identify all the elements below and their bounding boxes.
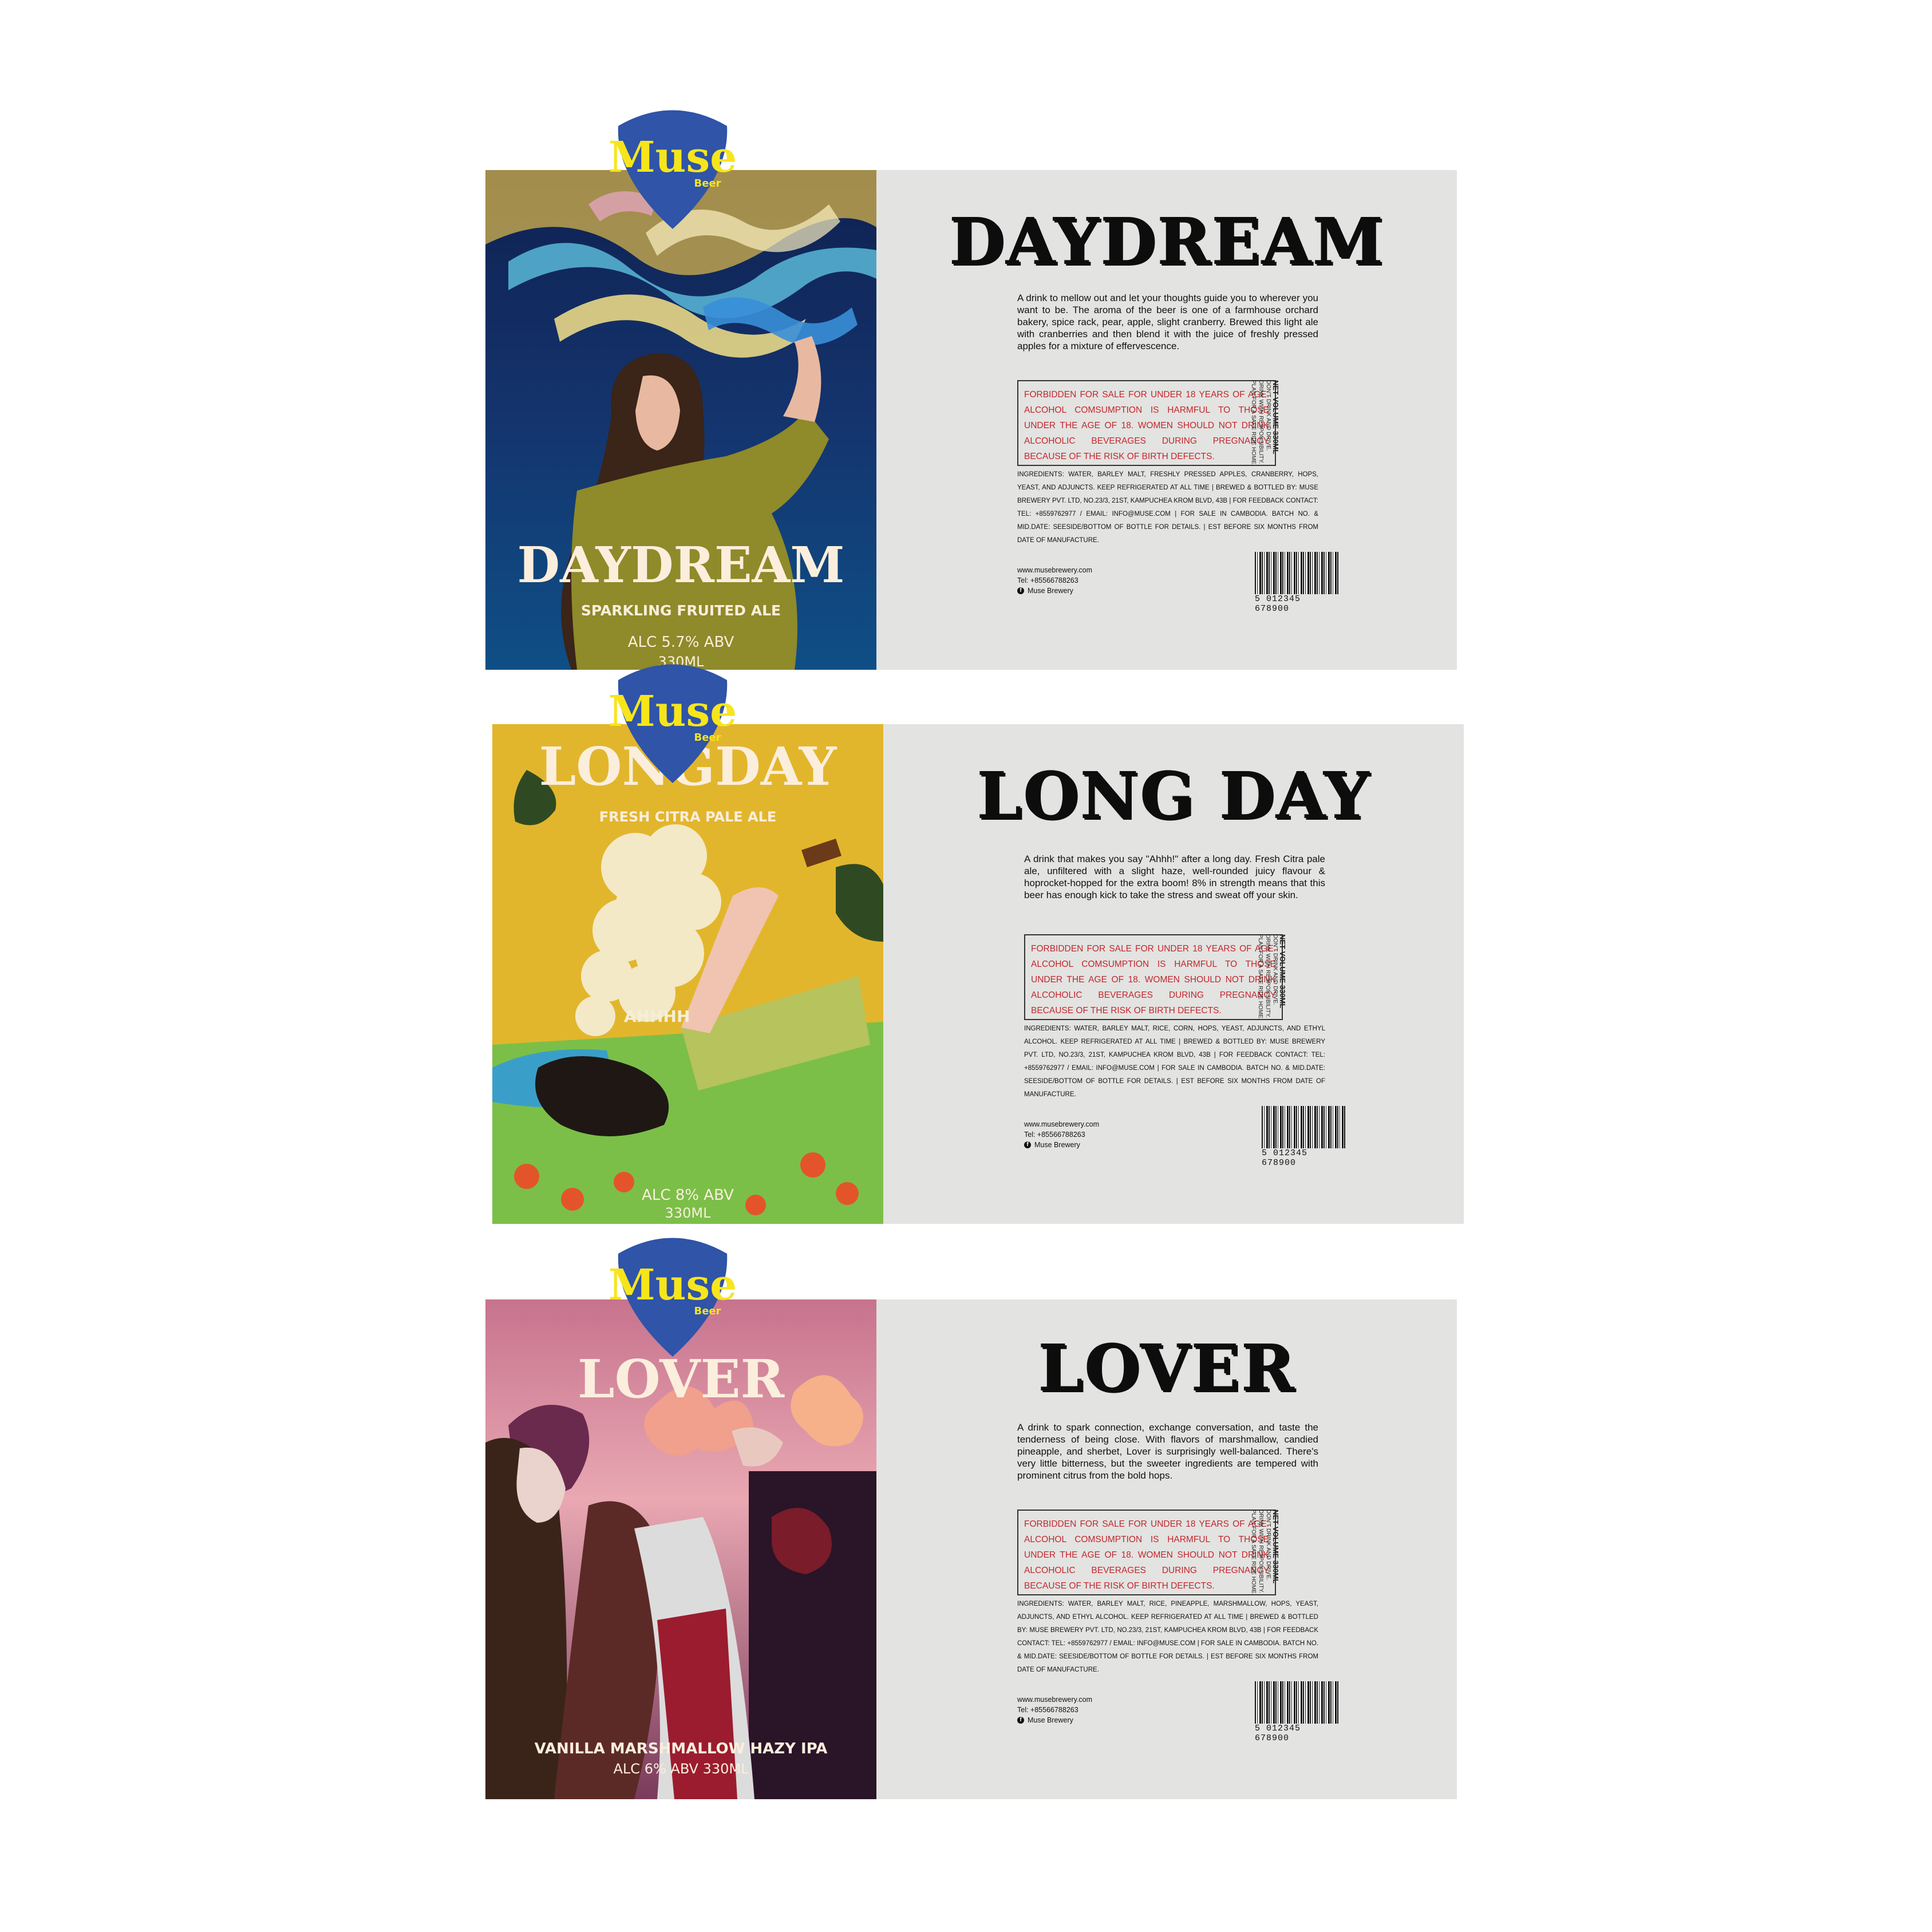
front-volume: 330ML	[665, 1205, 711, 1221]
svg-text:Beer: Beer	[694, 177, 721, 189]
contact-info: www.musebrewery.com Tel: +85566788263 fM…	[1024, 1119, 1161, 1150]
facebook-icon: f	[1017, 587, 1024, 594]
back-title: LONG DAY	[977, 758, 1370, 833]
label-daydream: DAYDREAM SPARKLING FRUITED ALE ALC 5.7% …	[485, 170, 1457, 670]
barcode: 5 012345 678900	[1262, 1106, 1345, 1168]
label-longday: AHHHH LONGDAY FRESH CITRA PALE ALE ALC 8…	[485, 724, 1464, 1224]
side-note: NET VOLUME 330ML DON'T DRINK AND DRIVE. …	[1250, 380, 1280, 466]
back-title: DAYDREAM	[949, 204, 1385, 279]
svg-text:Muse: Muse	[609, 1261, 737, 1310]
ingredients: INGREDIENTS: WATER, BARLEY MALT, FRESHLY…	[1017, 471, 1318, 544]
barcode: 5 012345 678900	[1255, 1681, 1338, 1743]
back-panel-lover: LOVER A drink to spark connection, excha…	[876, 1299, 1457, 1799]
front-abv: ALC 6% ABV 330ML	[613, 1761, 749, 1777]
front-subtitle: SPARKLING FRUITED ALE	[580, 602, 781, 619]
side-note: NET VOLUME 330ML DON'T DRINK AND DRIVE. …	[1250, 1510, 1280, 1595]
front-abv: ALC 8% ABV	[642, 1187, 734, 1204]
label-lover: LOVER VANILLA MARSHMALLOW HAZY IPA ALC 6…	[485, 1299, 1457, 1799]
svg-text:Beer: Beer	[694, 732, 721, 744]
daydream-illustration	[485, 170, 876, 670]
contact-info: www.musebrewery.com Tel: +85566788263 fM…	[1017, 565, 1155, 596]
back-title: LOVER	[1038, 1331, 1295, 1406]
facebook-icon: f	[1017, 1717, 1024, 1724]
age-warning: FORBIDDEN FOR SALE FOR UNDER 18 YEARS OF…	[1017, 1510, 1276, 1595]
phone: Tel: +85566788263	[1024, 1131, 1085, 1139]
age-warning: FORBIDDEN FOR SALE FOR UNDER 18 YEARS OF…	[1024, 934, 1283, 1020]
phone: Tel: +85566788263	[1017, 1706, 1078, 1714]
contact-info: www.musebrewery.com Tel: +85566788263 fM…	[1017, 1694, 1155, 1725]
back-panel-longday: LONG DAY A drink that makes you say "Ahh…	[883, 724, 1464, 1224]
facebook-link[interactable]: f Muse Brewery	[1017, 586, 1155, 596]
muse-logo: Muse Beer	[607, 103, 738, 235]
website: www.musebrewery.com	[1017, 566, 1093, 574]
front-subtitle: FRESH CITRA PALE ALE	[599, 809, 777, 825]
muse-logo: Muse Beer	[607, 657, 738, 789]
ingredients: INGREDIENTS: WATER, BARLEY MALT, RICE, P…	[1017, 1601, 1318, 1673]
svg-text:Beer: Beer	[694, 1305, 721, 1317]
facebook-link[interactable]: f Muse Brewery	[1024, 1140, 1161, 1150]
facebook-icon: f	[1024, 1141, 1031, 1148]
back-panel-daydream: DAYDREAM A drink to mellow out and let y…	[876, 170, 1457, 670]
front-abv: ALC 5.7% ABV	[627, 634, 734, 651]
facebook-link[interactable]: f Muse Brewery	[1017, 1715, 1155, 1725]
longday-illustration: AHHHH	[492, 724, 883, 1224]
description: A drink to mellow out and let your thoug…	[1017, 293, 1318, 351]
bubble-text: AHHHH	[624, 1007, 690, 1026]
front-panel-lover: LOVER VANILLA MARSHMALLOW HAZY IPA ALC 6…	[485, 1299, 876, 1799]
website: www.musebrewery.com	[1024, 1120, 1100, 1128]
description: A drink to spark connection, exchange co…	[1017, 1422, 1318, 1481]
description: A drink that makes you say "Ahhh!" after…	[1024, 854, 1325, 900]
front-title: DAYDREAM	[517, 536, 845, 594]
website: www.musebrewery.com	[1017, 1696, 1093, 1704]
svg-text:Muse: Muse	[609, 133, 737, 182]
barcode: 5 012345 678900	[1255, 552, 1338, 614]
svg-text:Muse: Muse	[609, 687, 737, 736]
front-subtitle: VANILLA MARSHMALLOW HAZY IPA	[534, 1740, 828, 1757]
muse-logo: Muse Beer	[607, 1231, 738, 1362]
ingredients: INGREDIENTS: WATER, BARLEY MALT, RICE, C…	[1024, 1025, 1325, 1098]
phone: Tel: +85566788263	[1017, 576, 1078, 584]
age-warning: FORBIDDEN FOR SALE FOR UNDER 18 YEARS OF…	[1017, 380, 1276, 466]
front-panel-daydream: DAYDREAM SPARKLING FRUITED ALE ALC 5.7% …	[485, 170, 876, 670]
side-note: NET VOLUME 330ML DON'T DRINK AND DRIVE. …	[1257, 934, 1287, 1020]
front-panel-longday: AHHHH LONGDAY FRESH CITRA PALE ALE ALC 8…	[492, 724, 883, 1224]
